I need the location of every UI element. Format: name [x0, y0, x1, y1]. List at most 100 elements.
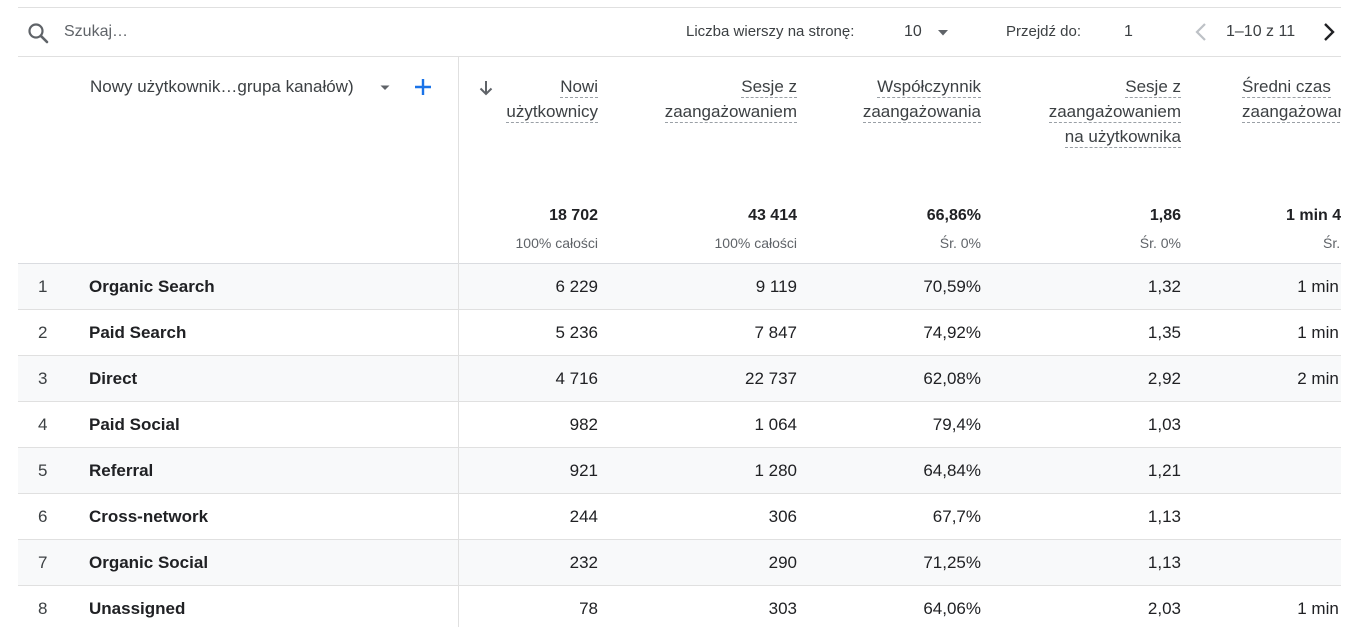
total-value: 18 702: [549, 207, 598, 224]
row-metric-value: 62,08%: [923, 369, 981, 388]
chevron-right-icon[interactable]: [1316, 20, 1340, 44]
total-subtext: Śr. 0%: [1139, 235, 1181, 251]
pagination-range: 1–10 z 11: [1226, 23, 1296, 40]
row-metric-value: 1 280: [754, 461, 797, 480]
row-index: 2: [38, 323, 48, 342]
column-header-line: Nowi: [560, 77, 598, 98]
arrow-down-icon[interactable]: [476, 78, 496, 98]
row-metric-value: 64,06%: [923, 599, 981, 618]
row-metric-value: 74,92%: [923, 323, 981, 342]
row-index: 8: [38, 599, 48, 618]
chevron-down-icon[interactable]: [377, 80, 393, 96]
row-metric-value: 1,32: [1147, 277, 1181, 296]
column-header-line: na użytkownika: [1064, 127, 1181, 148]
row-metric-value: 71,25%: [923, 553, 981, 572]
total-value: 43 414: [748, 207, 797, 224]
total-value: 1,86: [1149, 207, 1181, 224]
row-channel-name[interactable]: Organic Social: [89, 553, 208, 573]
total-value: 66,86%: [926, 207, 981, 224]
row-metric-value: 4 716: [555, 369, 598, 388]
row-channel-name[interactable]: Cross-network: [89, 507, 208, 527]
row-metric-value: 306: [768, 507, 797, 526]
row-index: 4: [38, 415, 48, 434]
row-index: 6: [38, 507, 48, 526]
row-metric-value: 982: [569, 415, 598, 434]
row-metric-value: 303: [768, 599, 797, 618]
total-value: 1 min 4: [1286, 207, 1341, 224]
column-header-engaged-sessions[interactable]: Sesje z zaangażowaniem: [664, 74, 797, 124]
row-index: 7: [38, 553, 48, 572]
total-subtext: 100% całości: [515, 235, 599, 251]
column-header-line: użytkownicy: [506, 102, 598, 123]
column-header-engagement-rate[interactable]: Współczynnik zaangażowania: [862, 74, 981, 124]
row-metric-value: 2,92: [1147, 369, 1181, 388]
table-row[interactable]: 1 Organic Search 6 229 9 119 70,59% 1,32 1 min…: [18, 264, 1341, 310]
row-index: 5: [38, 461, 48, 480]
rows-per-page-label: Liczba wierszy na stronę:: [686, 23, 855, 40]
search-input[interactable]: [64, 20, 364, 44]
dimension-selector[interactable]: Nowy użytkownik…grupa kanałów): [90, 77, 354, 97]
row-metric-value: 1 064: [754, 415, 797, 434]
row-metric-value: 2 min 3: [1297, 369, 1341, 388]
row-metric-value: 1,35: [1147, 323, 1181, 342]
row-metric-value: 5 236: [555, 323, 598, 342]
row-metric-value: 9 119: [755, 277, 797, 296]
table-toolbar: Liczba wierszy na stronę: 10 Przejdź do:…: [18, 8, 1341, 57]
table-row[interactable]: 7Organic Social23229071,25%1,134: [18, 540, 1341, 586]
column-header-line: zaangażowaniem: [1048, 102, 1181, 123]
column-header-engaged-sessions-per-user[interactable]: Sesje z zaangażowaniem na użytkownika: [1048, 74, 1181, 149]
add-icon[interactable]: [413, 77, 433, 97]
row-metric-value: 2,03: [1147, 599, 1181, 618]
row-metric-value: 1,13: [1147, 553, 1181, 572]
row-channel-name[interactable]: Organic Search: [89, 277, 215, 297]
goto-page-input[interactable]: 1: [1124, 23, 1133, 41]
row-metric-value: 22 737: [745, 369, 797, 388]
table-row[interactable]: 3 Direct 4 716 22 737 62,08% 2,92 2 min 3: [18, 356, 1341, 402]
table-row[interactable]: 2 Paid Search 5 236 7 847 74,92% 1,35 1 min 2: [18, 310, 1341, 356]
row-metric-value: 1,13: [1147, 507, 1181, 526]
table-row[interactable]: 6Cross-network24430667,7%1,134: [18, 494, 1341, 540]
row-metric-value: 921: [569, 461, 598, 480]
row-metric-value: 1,21: [1147, 461, 1181, 480]
rows-per-page-select[interactable]: 10: [904, 23, 922, 41]
column-header-new-users[interactable]: Nowi użytkownicy: [506, 74, 598, 124]
goto-page-label: Przejdź do:: [1006, 23, 1082, 40]
column-header-line: Sesje z: [741, 77, 797, 98]
column-header-line: Średni czas: [1242, 77, 1331, 98]
column-divider: [458, 57, 459, 627]
chevron-left-icon[interactable]: [1190, 20, 1214, 44]
column-header-line: Sesje z: [1125, 77, 1181, 98]
chevron-down-icon[interactable]: [935, 25, 951, 41]
row-metric-value: 6 229: [555, 277, 598, 296]
column-header-avg-engagement-time[interactable]: Średni czas zaangażowania: [1242, 74, 1341, 124]
row-metric-value: 78: [579, 599, 598, 618]
row-metric-value: 1 min 4: [1297, 599, 1341, 618]
row-metric-value: 70,59%: [923, 277, 981, 296]
search-icon[interactable]: [26, 21, 50, 45]
table-header: Nowy użytkownik…grupa kanałów) Nowi użyt…: [18, 57, 1341, 264]
row-channel-name[interactable]: Paid Social: [89, 415, 180, 435]
total-subtext: Śr.: [1323, 235, 1341, 251]
column-header-line: zaangażowaniem: [664, 102, 797, 123]
table-row[interactable]: 4Paid Social9821 06479,4%1,035: [18, 402, 1341, 448]
row-channel-name[interactable]: Referral: [89, 461, 153, 481]
column-header-line: zaangażowania: [1242, 102, 1341, 123]
row-metric-value: 67,7%: [932, 507, 981, 526]
row-channel-name[interactable]: Direct: [89, 369, 137, 389]
total-subtext: 100% całości: [714, 235, 798, 251]
row-index: 3: [38, 369, 48, 388]
row-metric-value: 1,03: [1147, 415, 1181, 434]
row-channel-name[interactable]: Paid Search: [89, 323, 186, 343]
column-header-line: zaangażowania: [862, 102, 981, 123]
table-row[interactable]: 8 Unassigned 78 303 64,06% 2,03 1 min 4: [18, 586, 1341, 627]
report-table: Liczba wierszy na stronę: 10 Przejdź do:…: [18, 7, 1341, 627]
row-channel-name[interactable]: Unassigned: [89, 599, 185, 619]
row-index: 1: [38, 277, 48, 296]
row-metric-value: 290: [768, 553, 797, 572]
table-row[interactable]: 5Referral9211 28064,84%1,214: [18, 448, 1341, 494]
row-metric-value: 244: [569, 507, 598, 526]
total-subtext: Śr. 0%: [939, 235, 981, 251]
row-metric-value: 1 min 1: [1297, 277, 1341, 296]
row-metric-value: 1 min 2: [1297, 323, 1341, 342]
column-header-line: Współczynnik: [877, 77, 981, 98]
